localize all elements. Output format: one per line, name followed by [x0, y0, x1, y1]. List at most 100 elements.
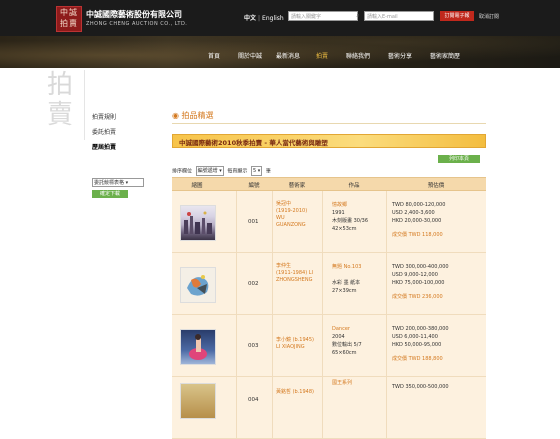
artist-line: 李仲生	[276, 263, 292, 269]
logo-seal[interactable]: 中誠 拍賣	[56, 6, 82, 32]
artwork-image	[189, 334, 207, 360]
col-divider	[236, 253, 237, 314]
table-row[interactable]: 001 吳冠中 (1919-2010) WU GUANZONG 憶故鄉 1991…	[172, 191, 486, 253]
sort-controls: 排序欄位 編號遞增 ▾ 每頁顯示 5 ▾ 筆	[172, 166, 271, 176]
artwork-image	[184, 211, 212, 234]
work-year: 2004	[332, 334, 345, 340]
col-divider	[386, 191, 387, 252]
main-nav: 首頁 關於中誠 最新消息 拍賣 聯絡我們 藝術分享 藝術家簡歷	[196, 51, 496, 63]
col-thumb: 縮圖	[191, 183, 203, 189]
col-divider	[322, 253, 323, 314]
section-divider	[172, 123, 486, 124]
lot-thumbnail[interactable]	[180, 205, 216, 241]
search-icon[interactable]: ⌕	[354, 12, 362, 20]
nav-about[interactable]: 關於中誠	[238, 51, 262, 60]
lot-number: 002	[248, 281, 259, 287]
artist-line: ZHONGSHENG	[276, 277, 313, 283]
lang-zh-link[interactable]: 中文	[244, 15, 256, 22]
estimate-info: TWD 80,000-120,000 USD 2,400-3,600 HKD 2…	[392, 201, 445, 239]
work-size: 65×60cm	[332, 350, 357, 356]
sidebar-item-rules[interactable]: 拍賣規則	[92, 112, 116, 121]
work-info: 憶故鄉 1991 木刻版畫 30/36 42×53cm	[332, 201, 368, 233]
artist-line: LI XIAOJING	[276, 344, 305, 350]
lot-thumbnail[interactable]	[180, 267, 216, 303]
artist-name[interactable]: 吳冠中 (1919-2010) WU GUANZONG	[276, 201, 307, 229]
search-input[interactable]: 請輸入關鍵字	[288, 11, 358, 21]
col-divider	[322, 315, 323, 376]
col-divider	[322, 191, 323, 252]
per-page-select[interactable]: 5 ▾	[250, 166, 263, 176]
sold-price: 成交價 TWD 118,000	[392, 232, 443, 238]
work-medium: 水彩 墨 紙本	[332, 280, 361, 286]
col-divider	[386, 315, 387, 376]
work-info: Dancer 2004 數位輸出 5/7 65×60cm	[332, 325, 362, 357]
sold-price: 成交價 TWD 188,800	[392, 356, 443, 362]
nav-home[interactable]: 首頁	[208, 51, 220, 60]
col-divider	[386, 253, 387, 314]
lot-thumbnail[interactable]	[180, 329, 216, 365]
unsubscribe-link[interactable]: 取消訂閱	[479, 13, 499, 20]
col-work: 作品	[348, 183, 360, 189]
table-row[interactable]: 002 李仲生 (1911-1984) LI ZHONGSHENG 無題 No.…	[172, 253, 486, 315]
company-name-en: ZHONG CHENG AUCTION CO., LTD.	[86, 21, 188, 27]
bullet-icon: ◉	[172, 111, 179, 120]
email-field[interactable]: 請輸入E-mail	[364, 11, 434, 21]
sidebar-divider	[84, 70, 85, 140]
estimate-usd: USD 9,000-12,000	[392, 272, 438, 278]
lot-number: 003	[248, 343, 259, 349]
artist-line: 李小鏡 (b.1945)	[276, 337, 314, 343]
language-switch: 中文 | English	[244, 13, 284, 22]
auction-title: 中誠國際藝術2010秋季拍賣 - 華人當代藝術與雕塑	[179, 139, 328, 147]
lot-thumbnail[interactable]	[180, 383, 216, 419]
artist-line: WU	[276, 215, 285, 221]
download-button[interactable]: 確定下載	[92, 190, 128, 198]
artist-line: 黃銘哲 (b.1948)	[276, 389, 314, 395]
nav-auction[interactable]: 拍賣	[316, 51, 328, 60]
table-row[interactable]: 003 李小鏡 (b.1945) LI XIAOJING Dancer 2004…	[172, 315, 486, 377]
sidebar-item-past-auctions[interactable]: 歷屆拍賣	[92, 142, 116, 151]
artist-line: (1919-2010)	[276, 208, 308, 214]
col-divider	[272, 315, 273, 376]
artist-name[interactable]: 李小鏡 (b.1945) LI XIAOJING	[276, 337, 314, 351]
work-title[interactable]: Dancer	[332, 325, 362, 333]
lang-en-link[interactable]: English	[262, 15, 284, 22]
estimate-info: TWD 300,000-400,000 USD 9,000-12,000 HKD…	[392, 263, 449, 301]
nav-artist-bio[interactable]: 藝術家簡歷	[430, 51, 460, 60]
artist-name[interactable]: 李仲生 (1911-1984) LI ZHONGSHENG	[276, 263, 313, 284]
col-divider	[236, 191, 237, 252]
per-page-value: 5	[252, 168, 257, 174]
estimate-hkd: HKD 50,000-95,000	[392, 342, 442, 348]
artist-line: 吳冠中	[276, 201, 292, 207]
subscribe-button[interactable]: 訂閱電子報	[440, 11, 474, 21]
nav-art-share[interactable]: 藝術分享	[388, 51, 412, 60]
sold-price: 成交價 TWD 236,000	[392, 294, 443, 300]
per-page-unit: 筆	[265, 168, 271, 175]
work-title[interactable]: 憶故鄉	[332, 201, 368, 209]
table-row[interactable]: 004 黃銘哲 (b.1948) 國王系列 TWD 350,000-500,00…	[172, 377, 486, 439]
nav-news[interactable]: 最新消息	[276, 51, 300, 60]
col-lot: 編號	[248, 183, 260, 189]
sidebar-item-consign[interactable]: 委託拍賣	[92, 127, 116, 136]
sort-select[interactable]: 編號遞增 ▾	[195, 166, 224, 176]
artwork-image	[187, 275, 209, 296]
nav-contact[interactable]: 聯絡我們	[346, 51, 370, 60]
per-page-label: 每頁顯示	[227, 168, 248, 175]
work-year: 1991	[332, 210, 345, 216]
estimate-twd: TWD 200,000-380,000	[392, 326, 449, 332]
lot-number: 001	[248, 219, 259, 225]
work-medium: 木刻版畫 30/36	[332, 218, 368, 224]
lot-number: 004	[248, 397, 259, 403]
section-title: ◉ 拍品精選	[172, 110, 214, 121]
print-button[interactable]: 列印本頁	[438, 155, 480, 163]
col-divider	[272, 377, 273, 438]
work-title[interactable]: 國王系列	[332, 379, 352, 387]
estimate-usd: USD 2,400-3,600	[392, 210, 435, 216]
estimate-hkd: HKD 75,000-100,000	[392, 280, 445, 286]
work-title[interactable]: 無題 No.103	[332, 263, 361, 271]
artist-name[interactable]: 黃銘哲 (b.1948)	[276, 389, 314, 396]
col-estimate: 預估價	[427, 183, 445, 189]
col-divider	[236, 377, 237, 438]
artist-line: GUANZONG	[276, 222, 306, 228]
sort-label: 排序欄位	[172, 168, 193, 175]
form-select[interactable]: 委託競標表格 ▾	[92, 178, 144, 187]
